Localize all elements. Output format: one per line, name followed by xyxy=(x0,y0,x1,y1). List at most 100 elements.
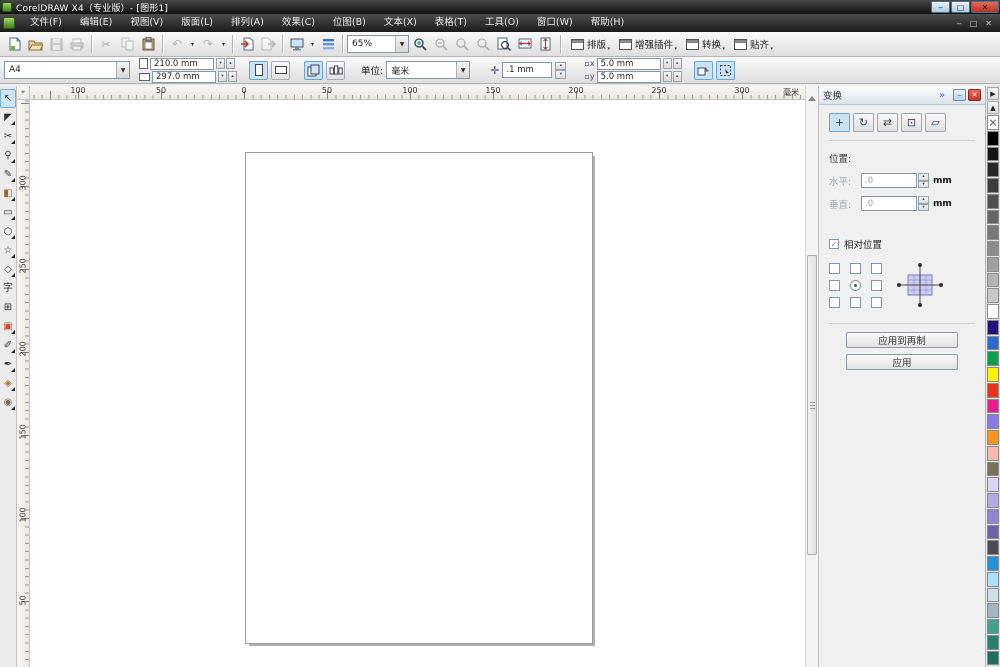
duplicate-distance-y-input[interactable]: 5.0 mm xyxy=(597,71,661,83)
convert-button[interactable]: 转换 ▾ xyxy=(680,34,727,54)
menu-item[interactable]: 效果(C) xyxy=(273,14,324,32)
menu-item[interactable]: 表格(T) xyxy=(426,14,476,32)
dup-y-up[interactable]: ▴ xyxy=(673,71,682,82)
enhanced-plugins-button[interactable]: 增强插件 ▾ xyxy=(613,34,679,54)
doc-close-button[interactable]: ✕ xyxy=(985,19,992,28)
portrait-button[interactable] xyxy=(249,61,268,80)
color-swatch[interactable] xyxy=(987,477,999,492)
scrollbar-thumb[interactable] xyxy=(807,255,817,555)
color-swatch[interactable] xyxy=(987,603,999,618)
anchor-checkbox[interactable] xyxy=(829,263,840,274)
transform-skew-button[interactable]: ▱ xyxy=(925,113,946,132)
blend-tool[interactable]: ▣ xyxy=(0,317,16,336)
menu-item[interactable]: 工具(O) xyxy=(476,14,528,32)
paper-width-input[interactable]: 210.0 mm xyxy=(150,58,214,70)
interactive-fill-tool[interactable]: ◉ xyxy=(0,393,16,412)
anchor-checkbox[interactable] xyxy=(850,297,861,308)
smart-fill-tool[interactable]: ◧ xyxy=(0,184,16,203)
transform-size-button[interactable]: ⊡ xyxy=(901,113,922,132)
dup-y-down[interactable]: ▾ xyxy=(663,71,672,82)
menu-item[interactable]: 版面(L) xyxy=(172,14,222,32)
docker-minimize-button[interactable]: ‒ xyxy=(953,89,966,101)
transform-rotate-button[interactable]: ↻ xyxy=(853,113,874,132)
welcome-screen-button[interactable] xyxy=(318,34,338,54)
anchor-checkbox[interactable] xyxy=(850,263,861,274)
menu-item[interactable]: 排列(A) xyxy=(222,14,273,32)
h-up[interactable]: ▴ xyxy=(918,173,929,181)
docker-close-button[interactable]: ✕ xyxy=(968,89,981,101)
application-launcher-button[interactable] xyxy=(287,34,307,54)
apply-button[interactable]: 应用 xyxy=(846,354,958,370)
color-swatch[interactable] xyxy=(987,320,999,335)
menu-item[interactable]: 帮助(H) xyxy=(582,14,634,32)
doc-restore-button[interactable]: □ xyxy=(970,19,978,28)
fill-tool[interactable]: ◈ xyxy=(0,374,16,393)
anchor-center-radio[interactable] xyxy=(850,280,861,291)
redo-button[interactable]: ↷ xyxy=(198,34,218,54)
eyedropper-tool[interactable]: ✐ xyxy=(0,336,16,355)
horizontal-input[interactable]: .0 xyxy=(861,173,917,188)
basic-shapes-tool[interactable]: ◇ xyxy=(0,260,16,279)
color-swatch[interactable] xyxy=(987,273,999,288)
paper-height-input[interactable]: 297.0 mm xyxy=(152,71,216,83)
h-down[interactable]: ▾ xyxy=(918,181,929,189)
shape-tool[interactable]: ◤ xyxy=(0,108,16,127)
landscape-button[interactable] xyxy=(271,61,290,80)
marquee-select-button[interactable] xyxy=(716,61,735,80)
color-swatch[interactable] xyxy=(987,572,999,587)
anchor-checkbox[interactable] xyxy=(829,280,840,291)
color-swatch[interactable] xyxy=(987,241,999,256)
color-swatch[interactable] xyxy=(987,383,999,398)
color-swatch[interactable] xyxy=(987,588,999,603)
launcher-dropdown-arrow[interactable]: ▾ xyxy=(308,34,317,54)
units-arrow[interactable]: ▼ xyxy=(456,62,469,78)
color-swatch[interactable] xyxy=(987,525,999,540)
zoom-tool[interactable]: ⚲ xyxy=(0,146,16,165)
zoom-in-button[interactable] xyxy=(410,34,430,54)
docker-collapse-chevron[interactable]: » xyxy=(939,90,945,101)
outline-pen-tool[interactable]: ✒ xyxy=(0,355,16,374)
pick-tool[interactable]: ↖ xyxy=(0,89,16,108)
color-swatch[interactable] xyxy=(987,131,999,146)
print-button[interactable] xyxy=(67,34,87,54)
doc-minimize-button[interactable]: ‒ xyxy=(957,19,962,28)
duplicate-distance-x-input[interactable]: 5.0 mm xyxy=(597,58,661,70)
color-swatch[interactable] xyxy=(987,194,999,209)
new-document-button[interactable] xyxy=(4,34,24,54)
minimize-button[interactable]: ‒ xyxy=(931,1,950,13)
color-swatch[interactable] xyxy=(987,556,999,571)
color-swatch[interactable] xyxy=(987,288,999,303)
open-button[interactable] xyxy=(25,34,45,54)
zoom-to-all-button[interactable] xyxy=(473,34,493,54)
color-swatch[interactable] xyxy=(987,304,999,319)
color-swatch[interactable] xyxy=(987,619,999,634)
color-swatch[interactable] xyxy=(987,430,999,445)
undo-dropdown-arrow[interactable]: ▾ xyxy=(188,34,197,54)
treat-as-filled-button[interactable] xyxy=(694,61,713,80)
menu-item[interactable]: 文本(X) xyxy=(375,14,426,32)
units-combobox[interactable]: 毫米 ▼ xyxy=(386,61,470,79)
zoom-to-page-width-button[interactable] xyxy=(515,34,535,54)
zoom-to-selected-button[interactable] xyxy=(452,34,472,54)
color-swatch[interactable] xyxy=(987,336,999,351)
redo-dropdown-arrow[interactable]: ▾ xyxy=(219,34,228,54)
color-swatch[interactable] xyxy=(987,147,999,162)
apply-to-duplicate-button[interactable]: 应用到再制 xyxy=(846,332,958,348)
vertical-input[interactable]: .0 xyxy=(861,196,917,211)
nudge-offset-input[interactable]: .1 mm xyxy=(502,62,552,78)
color-swatch[interactable] xyxy=(987,367,999,382)
color-swatch[interactable] xyxy=(987,651,999,666)
v-down[interactable]: ▾ xyxy=(918,204,929,212)
paper-type-arrow[interactable]: ▼ xyxy=(116,62,129,78)
zoom-to-page-height-button[interactable] xyxy=(536,34,556,54)
export-button[interactable] xyxy=(258,34,278,54)
paste-button[interactable] xyxy=(138,34,158,54)
page-a4[interactable] xyxy=(245,152,593,644)
color-swatch[interactable] xyxy=(987,399,999,414)
palette-flyout-button[interactable]: ▶ xyxy=(987,87,999,100)
color-swatch[interactable] xyxy=(987,493,999,508)
color-swatch[interactable] xyxy=(987,414,999,429)
rectangle-tool[interactable]: ▭ xyxy=(0,203,16,222)
color-swatch[interactable] xyxy=(987,509,999,524)
color-swatch[interactable] xyxy=(987,635,999,650)
